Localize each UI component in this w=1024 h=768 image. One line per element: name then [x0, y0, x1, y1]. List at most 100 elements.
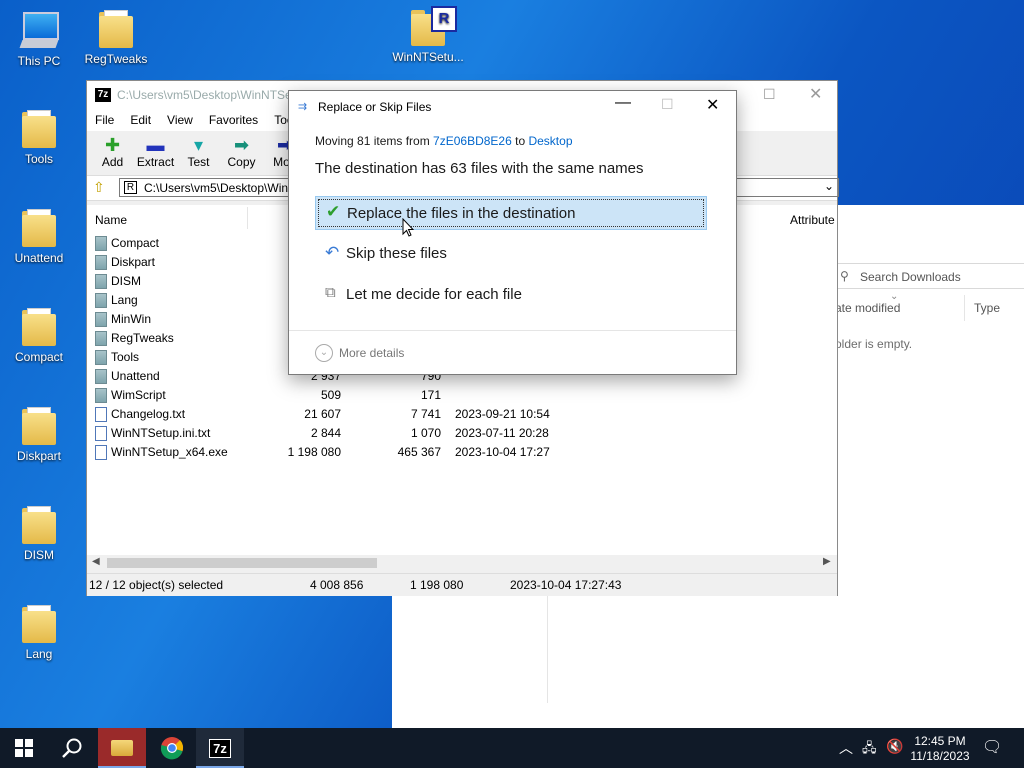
item-size: 21 607: [304, 407, 341, 421]
search-icon: ⚲: [840, 269, 849, 283]
chrome-icon: [160, 737, 184, 760]
volume-muted-icon[interactable]: 🔇: [886, 738, 903, 755]
item-name: Unattend: [111, 369, 160, 383]
clock-date: 11/18/2023: [910, 749, 970, 763]
item-modified: 2023-07-11 20:28: [455, 426, 549, 440]
list-item[interactable]: WinNTSetup_x64.exe 1 198 080 465 367 2023-1…: [87, 442, 837, 461]
extract-button[interactable]: ▬ Extract: [134, 131, 177, 175]
folder-icon: [95, 236, 107, 251]
folder-icon: [95, 274, 107, 289]
horizontal-scrollbar[interactable]: ◀ ▶: [87, 555, 837, 571]
to-text: to: [511, 134, 529, 148]
scroll-left-icon[interactable]: ◀: [92, 556, 100, 567]
list-item[interactable]: WinNTSetup.ini.txt 2 844 1 070 2023-07-11 2…: [87, 423, 837, 442]
menu-view[interactable]: View: [159, 113, 201, 127]
item-name: Compact: [111, 236, 160, 250]
folder-icon: [22, 605, 56, 643]
column-header-date-modified[interactable]: ate modified: [835, 301, 900, 315]
skip-files-option[interactable]: ↶ Skip these files: [315, 237, 707, 271]
source-link[interactable]: 7zE06BD8E26: [433, 134, 512, 148]
desktop-icon-this-pc[interactable]: This PC: [3, 10, 75, 68]
taskbar-chrome[interactable]: [148, 728, 196, 768]
chevron-down-icon: ⌄: [315, 344, 333, 362]
clock-time: 12:45 PM: [914, 734, 966, 748]
folder-icon: R: [411, 6, 457, 46]
desktop-icon-tools[interactable]: Tools: [3, 110, 75, 166]
dialog-titlebar: ⇉ Replace or Skip Files — ☐ ✕: [289, 91, 736, 121]
taskbar-7zip[interactable]: 7z: [196, 728, 244, 768]
search-placeholder: Search Downloads: [860, 270, 961, 284]
replace-files-option[interactable]: ✔ Replace the files in the destination: [315, 196, 707, 230]
search-box[interactable]: ⚲ Search Downloads: [835, 263, 1024, 289]
copy-button[interactable]: ➡ Copy: [220, 131, 263, 175]
item-packed-size: 1 070: [410, 426, 441, 440]
column-header-name[interactable]: Name: [95, 213, 127, 227]
item-name: WinNTSetup.ini.txt: [111, 426, 211, 440]
skip-files-label: Skip these files: [346, 245, 447, 262]
check-down-icon: ▾: [193, 135, 204, 155]
folder-icon: [22, 308, 56, 346]
clock[interactable]: 12:45 PM 11/18/2023: [905, 734, 975, 764]
computer-icon: [19, 10, 59, 50]
minimize-icon[interactable]: —: [615, 94, 631, 112]
taskbar-file-explorer[interactable]: [98, 728, 146, 768]
maximize-icon[interactable]: ☐: [763, 86, 776, 103]
maximize-icon: ☐: [661, 96, 674, 112]
list-item[interactable]: WimScript 509 171: [87, 385, 837, 404]
folder-icon: [95, 293, 107, 308]
decide-each-file-label: Let me decide for each file: [346, 286, 522, 303]
desktop-icon-unattend[interactable]: Unattend: [3, 209, 75, 265]
desktop-icon-dism[interactable]: DISM: [3, 506, 75, 562]
menu-favorites[interactable]: Favorites: [201, 113, 266, 127]
desktop-icon-winntsetup[interactable]: R WinNTSetu...: [392, 6, 464, 64]
list-item[interactable]: Changelog.txt 21 607 7 741 2023-09-21 10:54: [87, 404, 837, 423]
folder-icon: [22, 110, 56, 148]
item-modified: 2023-10-04 17:27: [455, 445, 550, 459]
add-button[interactable]: ✚ Add: [91, 131, 134, 175]
desktop-icon-diskpart[interactable]: Diskpart: [3, 407, 75, 463]
copy-arrow-icon: ➡: [233, 135, 250, 155]
status-selected-count: 12 / 12 object(s) selected: [89, 578, 224, 592]
desktop-icon-label: Tools: [24, 152, 53, 166]
status-date: 2023-10-04 17:27:43: [510, 578, 622, 592]
minus-icon: ▬: [146, 135, 165, 155]
item-size: 1 198 080: [287, 445, 341, 459]
close-icon[interactable]: ✕: [809, 84, 822, 104]
chevron-up-icon[interactable]: ︿: [839, 738, 853, 758]
folder-icon: [95, 255, 107, 270]
column-header-attributes[interactable]: Attribute: [790, 213, 835, 227]
exe-file-icon: [95, 445, 107, 460]
desktop-icon-label: Unattend: [14, 251, 64, 265]
desktop-icon-lang[interactable]: Lang: [3, 605, 75, 661]
item-modified: 2023-09-21 10:54: [455, 407, 550, 421]
menu-edit[interactable]: Edit: [122, 113, 159, 127]
address-dropdown-icon[interactable]: ⌄: [824, 179, 834, 193]
up-folder-icon[interactable]: ⇧: [93, 179, 105, 196]
folder-icon: [95, 388, 107, 403]
desktop-icon-label: Compact: [14, 350, 64, 364]
desktop-icon-label: This PC: [17, 54, 61, 68]
more-details-toggle[interactable]: ⌄ More details: [315, 344, 445, 364]
scrollbar-thumb[interactable]: [107, 558, 377, 568]
replace-files-label: Replace the files in the destination: [347, 205, 576, 222]
folder-icon: [95, 369, 107, 384]
desktop-icon-compact[interactable]: Compact: [3, 308, 75, 364]
text-file-icon: [95, 426, 107, 441]
scroll-right-icon[interactable]: ▶: [823, 556, 831, 567]
start-button[interactable]: [0, 728, 48, 768]
test-button[interactable]: ▾ Test: [177, 131, 220, 175]
network-icon[interactable]: 🖧: [862, 739, 877, 761]
close-icon[interactable]: ✕: [706, 95, 719, 115]
notification-icon[interactable]: 🗨: [982, 737, 1002, 757]
destination-link[interactable]: Desktop: [528, 134, 572, 148]
folder-icon: [22, 506, 56, 544]
search-button[interactable]: [48, 728, 96, 768]
decide-each-file-option[interactable]: ⧉ Let me decide for each file: [315, 278, 707, 312]
dialog-title: Replace or Skip Files: [318, 100, 432, 114]
desktop-icon-regtweaks[interactable]: RegTweaks: [80, 10, 152, 66]
column-header-type[interactable]: Type: [974, 301, 1000, 315]
menu-file[interactable]: File: [87, 113, 122, 127]
sort-chevron-icon: ⌄: [890, 291, 899, 302]
item-size: 509: [320, 388, 341, 402]
sevenzip-icon: 7z: [209, 738, 231, 758]
